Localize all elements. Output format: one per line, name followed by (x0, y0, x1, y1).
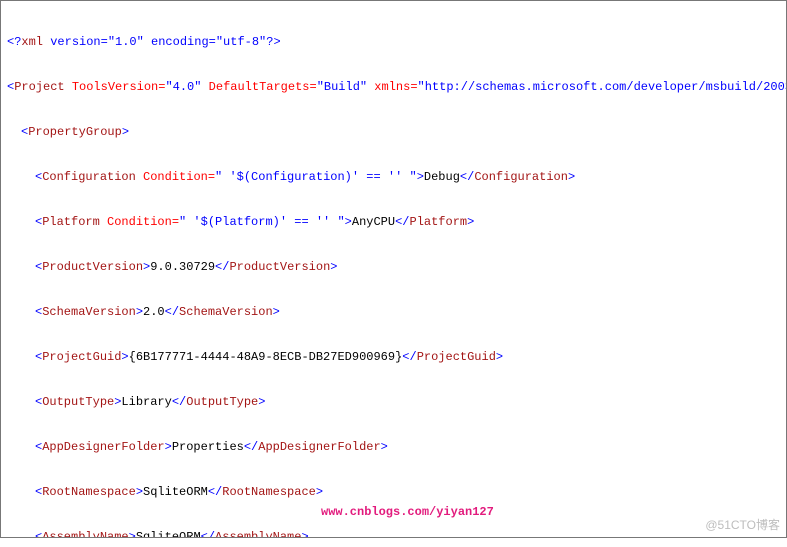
configuration-line: <Configuration Condition=" '$(Configurat… (7, 170, 784, 185)
assemblyname-line: <AssemblyName>SqliteORM</AssemblyName> (7, 530, 784, 538)
xml-declaration: <?xml version="1.0" encoding="utf-8"?> (7, 35, 784, 50)
projectguid-line: <ProjectGuid>{6B177771-4444-48A9-8ECB-DB… (7, 350, 784, 365)
schemaversion-line: <SchemaVersion>2.0</SchemaVersion> (7, 305, 784, 320)
propertygroup1-open: <PropertyGroup> (7, 125, 784, 140)
productversion-line: <ProductVersion>9.0.30729</ProductVersio… (7, 260, 784, 275)
rootnamespace-line: <RootNamespace>SqliteORM</RootNamespace> (7, 485, 784, 500)
platform-line: <Platform Condition=" '$(Platform)' == '… (7, 215, 784, 230)
xml-editor[interactable]: <?xml version="1.0" encoding="utf-8"?> <… (0, 0, 787, 538)
outputtype-line: <OutputType>Library</OutputType> (7, 395, 784, 410)
project-open: <Project ToolsVersion="4.0" DefaultTarge… (7, 80, 784, 95)
appdesigner-line: <AppDesignerFolder>Properties</AppDesign… (7, 440, 784, 455)
watermark-url: www.cnblogs.com/yiyan127 (321, 505, 494, 520)
